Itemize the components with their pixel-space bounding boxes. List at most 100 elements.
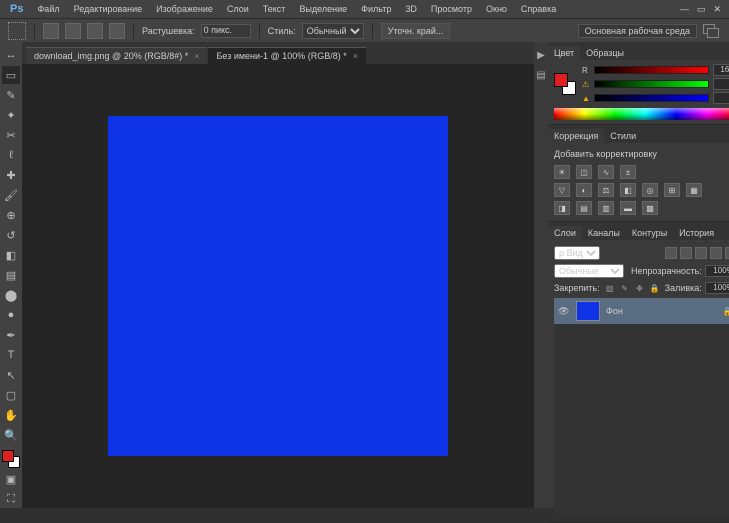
- tab-channels[interactable]: Каналы: [582, 226, 626, 240]
- lock-position-icon[interactable]: ✥: [634, 282, 646, 294]
- workspace-switcher[interactable]: Основная рабочая среда: [578, 24, 697, 38]
- shape-tool[interactable]: ▢: [2, 386, 20, 404]
- filter-pixel-icon[interactable]: [665, 247, 677, 259]
- pen-tool[interactable]: ✒: [2, 326, 20, 344]
- type-tool[interactable]: T: [2, 346, 20, 364]
- panel-color-swatches[interactable]: [554, 73, 576, 95]
- posterize-icon[interactable]: ▤: [576, 201, 592, 215]
- wand-tool[interactable]: ✦: [2, 106, 20, 124]
- lasso-tool[interactable]: ✎: [2, 86, 20, 104]
- layer-name[interactable]: Фон: [606, 306, 717, 316]
- websafe-warning-icon[interactable]: ▲: [582, 94, 590, 103]
- layer-thumbnail[interactable]: [576, 301, 600, 321]
- canvas[interactable]: [108, 116, 448, 456]
- blend-mode-select[interactable]: Обычные: [554, 264, 624, 278]
- g-slider[interactable]: [594, 80, 709, 88]
- menu-file[interactable]: Файл: [31, 2, 65, 16]
- foreground-swatch[interactable]: [2, 450, 14, 462]
- eyedropper-tool[interactable]: ℓ: [2, 146, 20, 164]
- brush-tool[interactable]: 🖌: [2, 186, 20, 204]
- r-slider[interactable]: [594, 66, 709, 74]
- document-tab[interactable]: download_img.png @ 20% (RGB/8#) * ×: [26, 47, 207, 64]
- gradientmap-icon[interactable]: ▬: [620, 201, 636, 215]
- eraser-tool[interactable]: ◧: [2, 246, 20, 264]
- tab-color[interactable]: Цвет: [548, 46, 580, 60]
- tab-swatches[interactable]: Образцы: [580, 46, 630, 60]
- filter-type-icon[interactable]: [695, 247, 707, 259]
- tab-styles[interactable]: Стили: [604, 129, 642, 143]
- quickmask-toggle[interactable]: ▣: [2, 470, 20, 488]
- dodge-tool[interactable]: ●: [2, 306, 20, 324]
- selection-subtract-button[interactable]: [87, 23, 103, 39]
- menu-view[interactable]: Просмотр: [425, 2, 478, 16]
- crop-tool[interactable]: ✂: [2, 126, 20, 144]
- history-panel-icon[interactable]: ▶: [534, 48, 548, 62]
- gradient-tool[interactable]: ▤: [2, 266, 20, 284]
- tab-adjustments[interactable]: Коррекция: [548, 129, 604, 143]
- fill-value[interactable]: 100%: [705, 282, 729, 294]
- b-slider[interactable]: [594, 94, 709, 102]
- lock-all-icon[interactable]: 🔒: [649, 282, 661, 294]
- current-tool-icon[interactable]: [8, 22, 26, 40]
- r-value[interactable]: 163: [713, 64, 729, 76]
- menu-edit[interactable]: Редактирование: [68, 2, 149, 16]
- history-brush-tool[interactable]: ↺: [2, 226, 20, 244]
- lock-transparent-icon[interactable]: ▨: [604, 282, 616, 294]
- filter-adjust-icon[interactable]: [680, 247, 692, 259]
- filter-shape-icon[interactable]: [710, 247, 722, 259]
- feather-input[interactable]: 0 пикс.: [201, 24, 251, 38]
- curves-icon[interactable]: ∿: [598, 165, 614, 179]
- gamut-warning-icon[interactable]: ⚠: [582, 80, 590, 89]
- document-tab[interactable]: Без имени-1 @ 100% (RGB/8) * ×: [208, 47, 366, 64]
- tab-history[interactable]: История: [673, 226, 720, 240]
- colorlookup-icon[interactable]: ▦: [686, 183, 702, 197]
- menu-filter[interactable]: Фильтр: [355, 2, 397, 16]
- refine-edge-button[interactable]: Уточн. край...: [381, 23, 451, 39]
- style-select[interactable]: Обычный: [302, 23, 364, 39]
- threshold-icon[interactable]: ▥: [598, 201, 614, 215]
- b-value[interactable]: 1: [713, 92, 729, 104]
- selectivecolor-icon[interactable]: ▩: [642, 201, 658, 215]
- path-tool[interactable]: ↖: [2, 366, 20, 384]
- exposure-icon[interactable]: ±: [620, 165, 636, 179]
- tab-paths[interactable]: Контуры: [626, 226, 673, 240]
- hue-icon[interactable]: ◐: [576, 183, 592, 197]
- zoom-tool[interactable]: 🔍: [2, 426, 20, 444]
- workspace-menu-icon[interactable]: [703, 24, 719, 38]
- minimize-icon[interactable]: —: [680, 4, 689, 15]
- menu-text[interactable]: Текст: [257, 2, 292, 16]
- channelmixer-icon[interactable]: ⊞: [664, 183, 680, 197]
- layer-kind-filter[interactable]: ρ Вид: [554, 246, 600, 260]
- vibrance-icon[interactable]: ▽: [554, 183, 570, 197]
- menu-help[interactable]: Справка: [515, 2, 562, 16]
- panel-foreground-swatch[interactable]: [554, 73, 568, 87]
- invert-icon[interactable]: ◨: [554, 201, 570, 215]
- color-swatches[interactable]: [2, 450, 20, 468]
- stamp-tool[interactable]: ⊕: [2, 206, 20, 224]
- move-tool[interactable]: ↔: [2, 46, 20, 64]
- visibility-toggle-icon[interactable]: 👁: [558, 306, 570, 317]
- maximize-icon[interactable]: ▭: [697, 4, 706, 15]
- canvas-viewport[interactable]: [22, 64, 534, 508]
- close-icon[interactable]: ✕: [713, 4, 721, 15]
- opacity-value[interactable]: 100%: [705, 265, 729, 277]
- menu-3d[interactable]: 3D: [399, 2, 423, 16]
- colorbalance-icon[interactable]: ⚖: [598, 183, 614, 197]
- screenmode-toggle[interactable]: ⛶: [2, 490, 20, 508]
- properties-panel-icon[interactable]: ▤: [534, 68, 548, 82]
- bw-icon[interactable]: ◧: [620, 183, 636, 197]
- brightness-icon[interactable]: ☀: [554, 165, 570, 179]
- selection-intersect-button[interactable]: [109, 23, 125, 39]
- hand-tool[interactable]: ✋: [2, 406, 20, 424]
- filter-smart-icon[interactable]: [725, 247, 729, 259]
- tab-close-icon[interactable]: ×: [353, 51, 358, 61]
- layer-item[interactable]: 👁 Фон 🔒: [554, 298, 729, 324]
- selection-add-button[interactable]: [65, 23, 81, 39]
- heal-tool[interactable]: ✚: [2, 166, 20, 184]
- lock-pixels-icon[interactable]: ✎: [619, 282, 631, 294]
- tab-close-icon[interactable]: ×: [194, 51, 199, 61]
- menu-select[interactable]: Выделение: [293, 2, 353, 16]
- color-spectrum[interactable]: [554, 108, 729, 120]
- photofilter-icon[interactable]: ◎: [642, 183, 658, 197]
- levels-icon[interactable]: ◫: [576, 165, 592, 179]
